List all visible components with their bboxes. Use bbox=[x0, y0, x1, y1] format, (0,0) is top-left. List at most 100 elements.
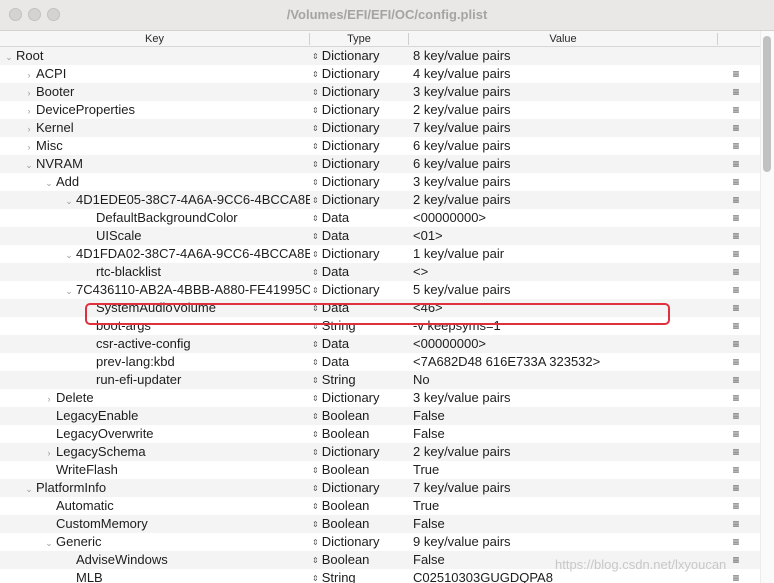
type-stepper-icon[interactable]: ⇕ bbox=[312, 448, 319, 457]
row-menu-icon[interactable]: ≡ bbox=[726, 551, 746, 569]
key-cell[interactable]: › DeviceProperties bbox=[0, 101, 310, 119]
disclosure-closed-icon[interactable]: › bbox=[24, 102, 34, 119]
value-cell[interactable]: 5 key/value pairs bbox=[413, 281, 713, 299]
value-cell[interactable]: 7 key/value pairs bbox=[413, 119, 713, 137]
key-cell[interactable]: › ACPI bbox=[0, 65, 310, 83]
value-cell[interactable]: <01> bbox=[413, 227, 713, 245]
table-row[interactable]: run-efi-updater ⇕ String No ≡ bbox=[0, 371, 760, 389]
row-menu-icon[interactable]: ≡ bbox=[726, 173, 746, 191]
value-cell[interactable]: <00000000> bbox=[413, 335, 713, 353]
type-stepper-icon[interactable]: ⇕ bbox=[312, 232, 319, 241]
table-row[interactable]: Automatic ⇕ Boolean True ≡ bbox=[0, 497, 760, 515]
row-menu-icon[interactable]: ≡ bbox=[726, 497, 746, 515]
type-stepper-icon[interactable]: ⇕ bbox=[312, 268, 319, 277]
type-stepper-icon[interactable]: ⇕ bbox=[312, 142, 319, 151]
row-menu-icon[interactable]: ≡ bbox=[726, 389, 746, 407]
column-header-type[interactable]: Type bbox=[310, 31, 408, 47]
key-cell[interactable]: AdviseWindows bbox=[0, 551, 310, 569]
disclosure-open-icon[interactable]: ⌄ bbox=[24, 480, 34, 497]
row-menu-icon[interactable]: ≡ bbox=[726, 443, 746, 461]
value-cell[interactable]: True bbox=[413, 497, 713, 515]
type-stepper-icon[interactable]: ⇕ bbox=[312, 394, 319, 403]
disclosure-closed-icon[interactable]: › bbox=[24, 84, 34, 101]
value-cell[interactable]: <00000000> bbox=[413, 209, 713, 227]
table-row[interactable]: LegacyOverwrite ⇕ Boolean False ≡ bbox=[0, 425, 760, 443]
key-cell[interactable]: › Misc bbox=[0, 137, 310, 155]
row-menu-icon[interactable]: ≡ bbox=[726, 245, 746, 263]
value-cell[interactable]: False bbox=[413, 425, 713, 443]
row-menu-icon[interactable]: ≡ bbox=[726, 425, 746, 443]
row-menu-icon[interactable]: ≡ bbox=[726, 101, 746, 119]
disclosure-closed-icon[interactable]: › bbox=[24, 66, 34, 83]
value-cell[interactable]: 6 key/value pairs bbox=[413, 155, 713, 173]
key-cell[interactable]: ⌄ Add bbox=[0, 173, 310, 191]
value-cell[interactable]: <> bbox=[413, 263, 713, 281]
key-cell[interactable]: ⌄4D1FDA02-38C7-4A6A-9CC6-4BCCA8B30102 bbox=[0, 245, 310, 263]
table-row[interactable]: LegacyEnable ⇕ Boolean False ≡ bbox=[0, 407, 760, 425]
type-stepper-icon[interactable]: ⇕ bbox=[312, 196, 319, 205]
key-cell[interactable]: WriteFlash bbox=[0, 461, 310, 479]
type-stepper-icon[interactable]: ⇕ bbox=[312, 70, 319, 79]
key-cell[interactable]: DefaultBackgroundColor bbox=[0, 209, 310, 227]
disclosure-open-icon[interactable]: ⌄ bbox=[24, 156, 34, 173]
table-row[interactable]: DefaultBackgroundColor ⇕ Data <00000000> ≡ bbox=[0, 209, 760, 227]
type-stepper-icon[interactable]: ⇕ bbox=[312, 502, 319, 511]
type-stepper-icon[interactable]: ⇕ bbox=[312, 286, 319, 295]
row-menu-icon[interactable]: ≡ bbox=[726, 299, 746, 317]
type-popup[interactable]: ⇕ Boolean bbox=[312, 425, 410, 443]
value-cell[interactable]: 9 key/value pairs bbox=[413, 533, 713, 551]
type-popup[interactable]: ⇕ Boolean bbox=[312, 461, 410, 479]
value-cell[interactable]: 6 key/value pairs bbox=[413, 137, 713, 155]
key-cell[interactable]: MLB bbox=[0, 569, 310, 583]
row-menu-icon[interactable]: ≡ bbox=[726, 119, 746, 137]
type-popup[interactable]: ⇕ Boolean bbox=[312, 515, 410, 533]
key-cell[interactable]: ⌄ PlatformInfo bbox=[0, 479, 310, 497]
table-row[interactable]: › Booter ⇕ Dictionary 3 key/value pairs ≡ bbox=[0, 83, 760, 101]
row-menu-icon[interactable]: ≡ bbox=[726, 83, 746, 101]
key-cell[interactable]: UIScale bbox=[0, 227, 310, 245]
key-cell[interactable]: ⌄4D1EDE05-38C7-4A6A-9CC6-4BCCA8B38C14 bbox=[0, 191, 310, 209]
table-row[interactable]: ⌄ Add ⇕ Dictionary 3 key/value pairs ≡ bbox=[0, 173, 760, 191]
disclosure-closed-icon[interactable]: › bbox=[44, 444, 54, 461]
value-cell[interactable]: 3 key/value pairs bbox=[413, 83, 713, 101]
type-stepper-icon[interactable]: ⇕ bbox=[312, 520, 319, 529]
key-cell[interactable]: › Kernel bbox=[0, 119, 310, 137]
row-menu-icon[interactable]: ≡ bbox=[726, 317, 746, 335]
row-menu-icon[interactable]: ≡ bbox=[726, 407, 746, 425]
table-row[interactable]: › Kernel ⇕ Dictionary 7 key/value pairs ≡ bbox=[0, 119, 760, 137]
table-row[interactable]: › Delete ⇕ Dictionary 3 key/value pairs ≡ bbox=[0, 389, 760, 407]
type-stepper-icon[interactable]: ⇕ bbox=[312, 160, 319, 169]
type-stepper-icon[interactable]: ⇕ bbox=[312, 412, 319, 421]
key-cell[interactable]: run-efi-updater bbox=[0, 371, 310, 389]
row-menu-icon[interactable]: ≡ bbox=[726, 281, 746, 299]
type-popup[interactable]: ⇕ Dictionary bbox=[312, 47, 410, 65]
type-popup[interactable]: ⇕ Data bbox=[312, 353, 410, 371]
row-menu-icon[interactable]: ≡ bbox=[726, 191, 746, 209]
table-row[interactable]: ⌄7C436110-AB2A-4BBB-A880-FE41995C9F82⇕Di… bbox=[0, 281, 760, 299]
type-popup[interactable]: ⇕ Dictionary bbox=[312, 119, 410, 137]
row-menu-icon[interactable]: ≡ bbox=[726, 65, 746, 83]
table-row[interactable]: CustomMemory ⇕ Boolean False ≡ bbox=[0, 515, 760, 533]
key-cell[interactable]: csr-active-config bbox=[0, 335, 310, 353]
value-cell[interactable]: False bbox=[413, 515, 713, 533]
row-menu-icon[interactable]: ≡ bbox=[726, 209, 746, 227]
type-popup[interactable]: ⇕ Boolean bbox=[312, 407, 410, 425]
type-popup[interactable]: ⇕ Dictionary bbox=[312, 83, 410, 101]
row-menu-icon[interactable]: ≡ bbox=[726, 461, 746, 479]
table-row[interactable]: WriteFlash ⇕ Boolean True ≡ bbox=[0, 461, 760, 479]
type-popup[interactable]: ⇕ Dictionary bbox=[312, 443, 410, 461]
disclosure-closed-icon[interactable]: › bbox=[24, 138, 34, 155]
table-row[interactable]: › LegacySchema ⇕ Dictionary 2 key/value pair… bbox=[0, 443, 760, 461]
value-cell[interactable]: 2 key/value pairs bbox=[413, 443, 713, 461]
value-cell[interactable]: 3 key/value pairs bbox=[413, 389, 713, 407]
table-row[interactable]: › DeviceProperties ⇕ Dictionary 2 key/value … bbox=[0, 101, 760, 119]
key-cell[interactable]: prev-lang:kbd bbox=[0, 353, 310, 371]
row-menu-icon[interactable]: ≡ bbox=[726, 515, 746, 533]
type-popup[interactable]: ⇕ Dictionary bbox=[312, 155, 410, 173]
table-row[interactable]: › ACPI ⇕ Dictionary 4 key/value pairs ≡ bbox=[0, 65, 760, 83]
key-cell[interactable]: › LegacySchema bbox=[0, 443, 310, 461]
type-stepper-icon[interactable]: ⇕ bbox=[312, 376, 319, 385]
row-menu-icon[interactable]: ≡ bbox=[726, 569, 746, 583]
type-stepper-icon[interactable]: ⇕ bbox=[312, 124, 319, 133]
scrollbar-thumb[interactable] bbox=[763, 36, 771, 172]
